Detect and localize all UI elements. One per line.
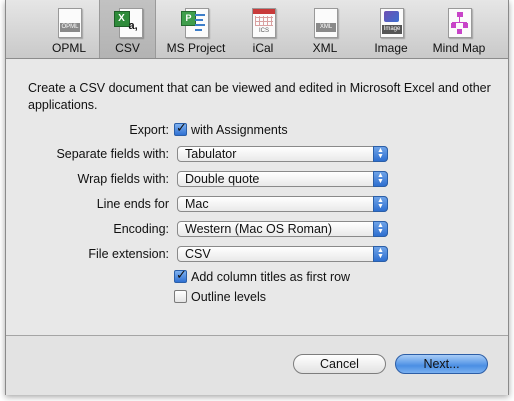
cancel-button[interactable]: Cancel bbox=[293, 354, 386, 374]
column-titles-label[interactable]: Add column titles as first row bbox=[191, 270, 350, 284]
file-extension-select[interactable]: CSV ▲ ▼ bbox=[177, 246, 388, 262]
tab-ms-project[interactable]: P MS Project bbox=[163, 0, 229, 58]
with-assignments-checkbox[interactable]: ✓ bbox=[174, 120, 187, 136]
next-button[interactable]: Next... bbox=[395, 354, 488, 374]
file-extension-value: CSV bbox=[185, 247, 211, 261]
checkmark-icon: ✓ bbox=[176, 120, 187, 135]
ms-project-icon: P bbox=[179, 6, 213, 40]
tab-label: Image bbox=[374, 41, 408, 55]
ical-document-icon: ICS bbox=[246, 6, 280, 40]
tab-label: OPML bbox=[51, 41, 86, 55]
format-toolbar: OPML OPML X a, CSV P MS Project ICS iCal… bbox=[6, 0, 508, 59]
tab-label: iCal bbox=[252, 41, 274, 55]
export-label: Export: bbox=[129, 123, 169, 137]
encoding-value: Western (Mac OS Roman) bbox=[185, 222, 333, 236]
encoding-select[interactable]: Western (Mac OS Roman) ▲ ▼ bbox=[177, 221, 388, 237]
outline-levels-label[interactable]: Outline levels bbox=[191, 290, 266, 304]
file-extension-label: File extension: bbox=[88, 247, 169, 261]
popup-arrows-icon: ▲ ▼ bbox=[373, 196, 388, 212]
checkmark-icon: ✓ bbox=[176, 267, 187, 282]
opml-document-icon: OPML bbox=[52, 6, 86, 40]
xml-document-icon: XML bbox=[308, 6, 342, 40]
export-dialog: OPML OPML X a, CSV P MS Project ICS iCal… bbox=[5, 0, 509, 395]
line-ends-value: Mac bbox=[185, 197, 209, 211]
tab-label: Mind Map bbox=[432, 41, 486, 55]
tab-xml[interactable]: XML XML bbox=[302, 0, 348, 58]
separate-fields-label: Separate fields with: bbox=[56, 147, 169, 161]
tab-label: MS Project bbox=[166, 41, 226, 55]
csv-options-panel: Create a CSV document that can be viewed… bbox=[6, 59, 508, 335]
outline-levels-checkbox[interactable] bbox=[174, 290, 187, 303]
tab-ical[interactable]: ICS iCal bbox=[238, 0, 288, 58]
tab-mind-map[interactable]: Mind Map bbox=[426, 0, 492, 58]
tab-label: CSV bbox=[115, 41, 140, 55]
separate-fields-value: Tabulator bbox=[185, 147, 237, 161]
csv-excel-icon: X a, bbox=[111, 6, 145, 40]
format-description: Create a CSV document that can be viewed… bbox=[28, 81, 491, 112]
popup-arrows-icon: ▲ ▼ bbox=[373, 146, 388, 162]
tab-csv[interactable]: X a, CSV bbox=[99, 0, 156, 58]
tab-label: XML bbox=[312, 41, 338, 55]
column-titles-checkbox[interactable]: ✓ bbox=[174, 267, 187, 283]
separate-fields-select[interactable]: Tabulator ▲ ▼ bbox=[177, 146, 388, 162]
tab-opml[interactable]: OPML OPML bbox=[46, 0, 92, 58]
popup-arrows-icon: ▲ ▼ bbox=[373, 171, 388, 187]
popup-arrows-icon: ▲ ▼ bbox=[373, 221, 388, 237]
wrap-fields-label: Wrap fields with: bbox=[77, 172, 169, 186]
wrap-fields-value: Double quote bbox=[185, 172, 260, 186]
mind-map-icon bbox=[442, 6, 476, 40]
button-bar: Cancel Next... bbox=[6, 335, 508, 395]
wrap-fields-select[interactable]: Double quote ▲ ▼ bbox=[177, 171, 388, 187]
line-ends-label: Line ends for bbox=[96, 197, 169, 211]
popup-arrows-icon: ▲ ▼ bbox=[373, 246, 388, 262]
with-assignments-label[interactable]: with Assignments bbox=[191, 123, 288, 137]
tab-image[interactable]: Image Image bbox=[366, 0, 416, 58]
encoding-label: Encoding: bbox=[113, 222, 169, 236]
image-document-icon: Image bbox=[374, 6, 408, 40]
line-ends-select[interactable]: Mac ▲ ▼ bbox=[177, 196, 388, 212]
